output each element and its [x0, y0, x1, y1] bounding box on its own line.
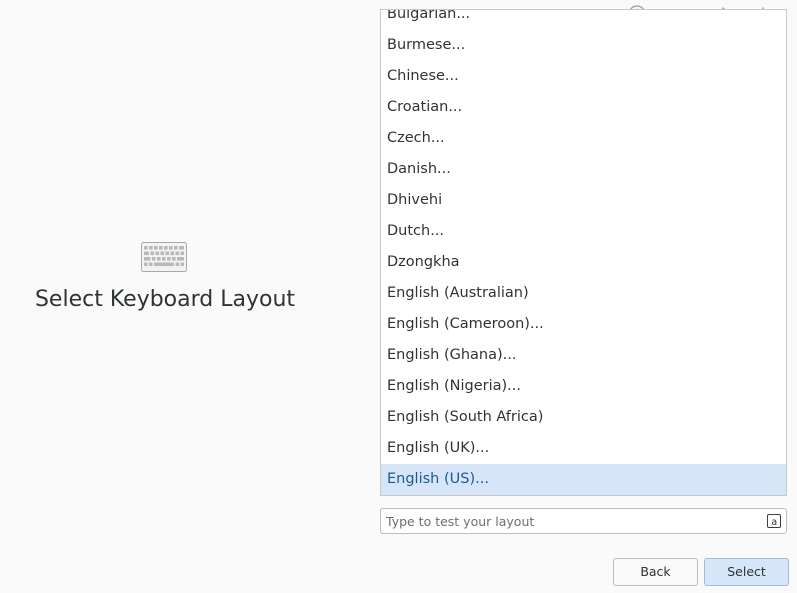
- svg-text:a: a: [771, 517, 777, 528]
- layout-list-item[interactable]: Dhivehi: [381, 185, 786, 216]
- keyboard-icon: [141, 242, 187, 272]
- layout-list-item[interactable]: Czech...: [381, 123, 786, 154]
- layout-list-item[interactable]: Bulgarian...: [381, 10, 786, 30]
- layout-list-item[interactable]: English (South Africa): [381, 402, 786, 433]
- page-title: Select Keyboard Layout: [34, 287, 296, 312]
- keyboard-layout-list[interactable]: Bulgarian... Burmese... Chinese... Croatian…: [380, 9, 787, 496]
- layout-list-item[interactable]: English (UK)...: [381, 433, 786, 464]
- layout-list-item[interactable]: English (Australian): [381, 278, 786, 309]
- left-panel: Select Keyboard Layout: [0, 0, 330, 593]
- layout-list-item[interactable]: English (Nigeria)...: [381, 371, 786, 402]
- list-scroll: Bulgarian... Burmese... Chinese... Croatian…: [381, 10, 786, 495]
- layout-list-item[interactable]: English (Cameroon)...: [381, 309, 786, 340]
- test-layout-field[interactable]: a: [380, 508, 787, 534]
- layout-list-item[interactable]: English (US)...: [381, 464, 786, 495]
- select-button[interactable]: Select: [704, 558, 789, 586]
- layout-indicator-icon[interactable]: a: [767, 514, 781, 528]
- layout-list-item[interactable]: Croatian...: [381, 92, 786, 123]
- test-layout-input[interactable]: [381, 509, 761, 533]
- layout-list-item[interactable]: Burmese...: [381, 30, 786, 61]
- layout-list-item[interactable]: Dutch...: [381, 216, 786, 247]
- layout-list-item[interactable]: Dzongkha: [381, 247, 786, 278]
- back-button[interactable]: Back: [613, 558, 698, 586]
- keyboard-layout-screen: Select Keyboard Layout Bulgarian... Burme…: [0, 0, 797, 593]
- layout-list-item[interactable]: Chinese...: [381, 61, 786, 92]
- layout-list-item[interactable]: English (Ghana)...: [381, 340, 786, 371]
- layout-list-item[interactable]: Danish...: [381, 154, 786, 185]
